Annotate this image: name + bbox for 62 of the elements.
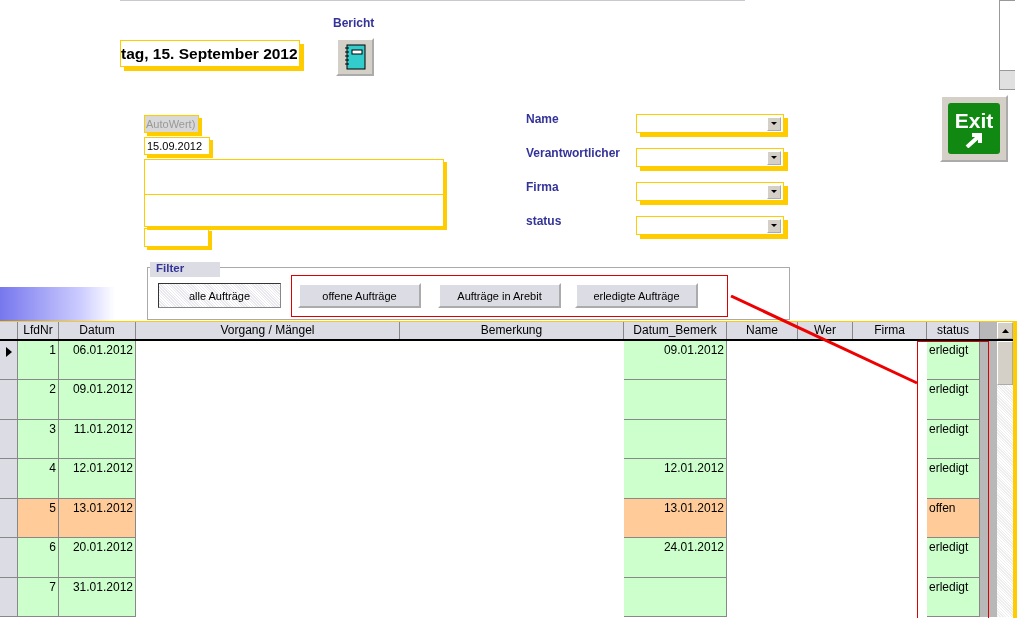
column-header[interactable]: Name [727,322,798,339]
input-field[interactable] [144,228,209,247]
table-cell: erledigt [927,577,980,617]
table-cell: erledigt [927,380,980,420]
arrow-icon [964,131,984,148]
column-header[interactable]: Vorgang / Mängel [136,322,400,339]
memo-field[interactable] [144,159,444,227]
field-label: Firma [526,179,560,194]
column-header[interactable]: Firma [853,322,927,339]
scroll-button[interactable] [1000,70,1015,89]
table-cell: 12.01.2012 [59,459,136,499]
current-row-icon [5,347,12,357]
table-cell: 13.01.2012 [624,498,727,539]
column-header[interactable]: Datum_Bemerk [624,322,727,339]
filter-button[interactable]: offene Aufträge [298,283,421,308]
table-cell: 1 [18,341,59,381]
table-cell: 13.01.2012 [59,498,136,539]
dropdown-icon [771,155,777,160]
scrollbar-track[interactable] [997,341,1013,617]
table-cell: offen [927,498,980,539]
table-cell: 7 [18,577,59,617]
date-field[interactable]: 15.09.2012 [144,137,210,155]
notebook-icon [344,44,366,70]
table-cell: erledigt [927,459,980,499]
table-cell: 12.01.2012 [624,459,727,499]
field-label: status [526,213,563,228]
column-header[interactable]: Bemerkung [400,322,624,339]
filter-button[interactable]: Aufträge in Arebit [438,283,561,308]
table-cell: 2 [18,380,59,420]
table-cell: 5 [18,498,59,539]
column-header[interactable]: LfdNr [18,322,59,339]
filter-title: Filter [150,262,220,277]
field-label: Name [526,111,560,126]
up-icon [1001,328,1009,333]
table-cell: erledigt [927,538,980,578]
column-header[interactable]: Datum [59,322,136,339]
report-button[interactable] [336,38,374,76]
table-cell: erledigt [927,419,980,460]
report-label: Bericht [333,16,375,30]
table-cell: 09.01.2012 [59,380,136,420]
scroll-thumb[interactable] [997,341,1013,385]
table-cell: 4 [18,459,59,499]
dropdown-icon [771,189,777,194]
field-label: Verantwortlicher [526,145,622,160]
table-cell: 11.01.2012 [59,419,136,460]
dropdown-icon [771,223,777,228]
id-field[interactable]: AutoWert) [144,115,199,133]
exit-button[interactable]: Exit [940,95,1008,162]
row-selector[interactable] [0,341,18,381]
table-cell: erledigt [927,341,980,381]
table-cell: 20.01.2012 [59,538,136,578]
filter-button[interactable]: alle Aufträge [158,283,281,308]
table-cell: 3 [18,419,59,460]
table-cell: 31.01.2012 [59,577,136,617]
dropdown-icon [771,121,777,126]
filter-button[interactable]: erledigte Aufträge [575,283,698,308]
table-cell: 24.01.2012 [624,538,727,578]
table-cell: 6 [18,538,59,578]
scroll-up-button[interactable] [997,322,1013,339]
table-cell: 09.01.2012 [624,341,727,381]
table-cell: 06.01.2012 [59,341,136,381]
column-header[interactable]: Wer [798,322,853,339]
